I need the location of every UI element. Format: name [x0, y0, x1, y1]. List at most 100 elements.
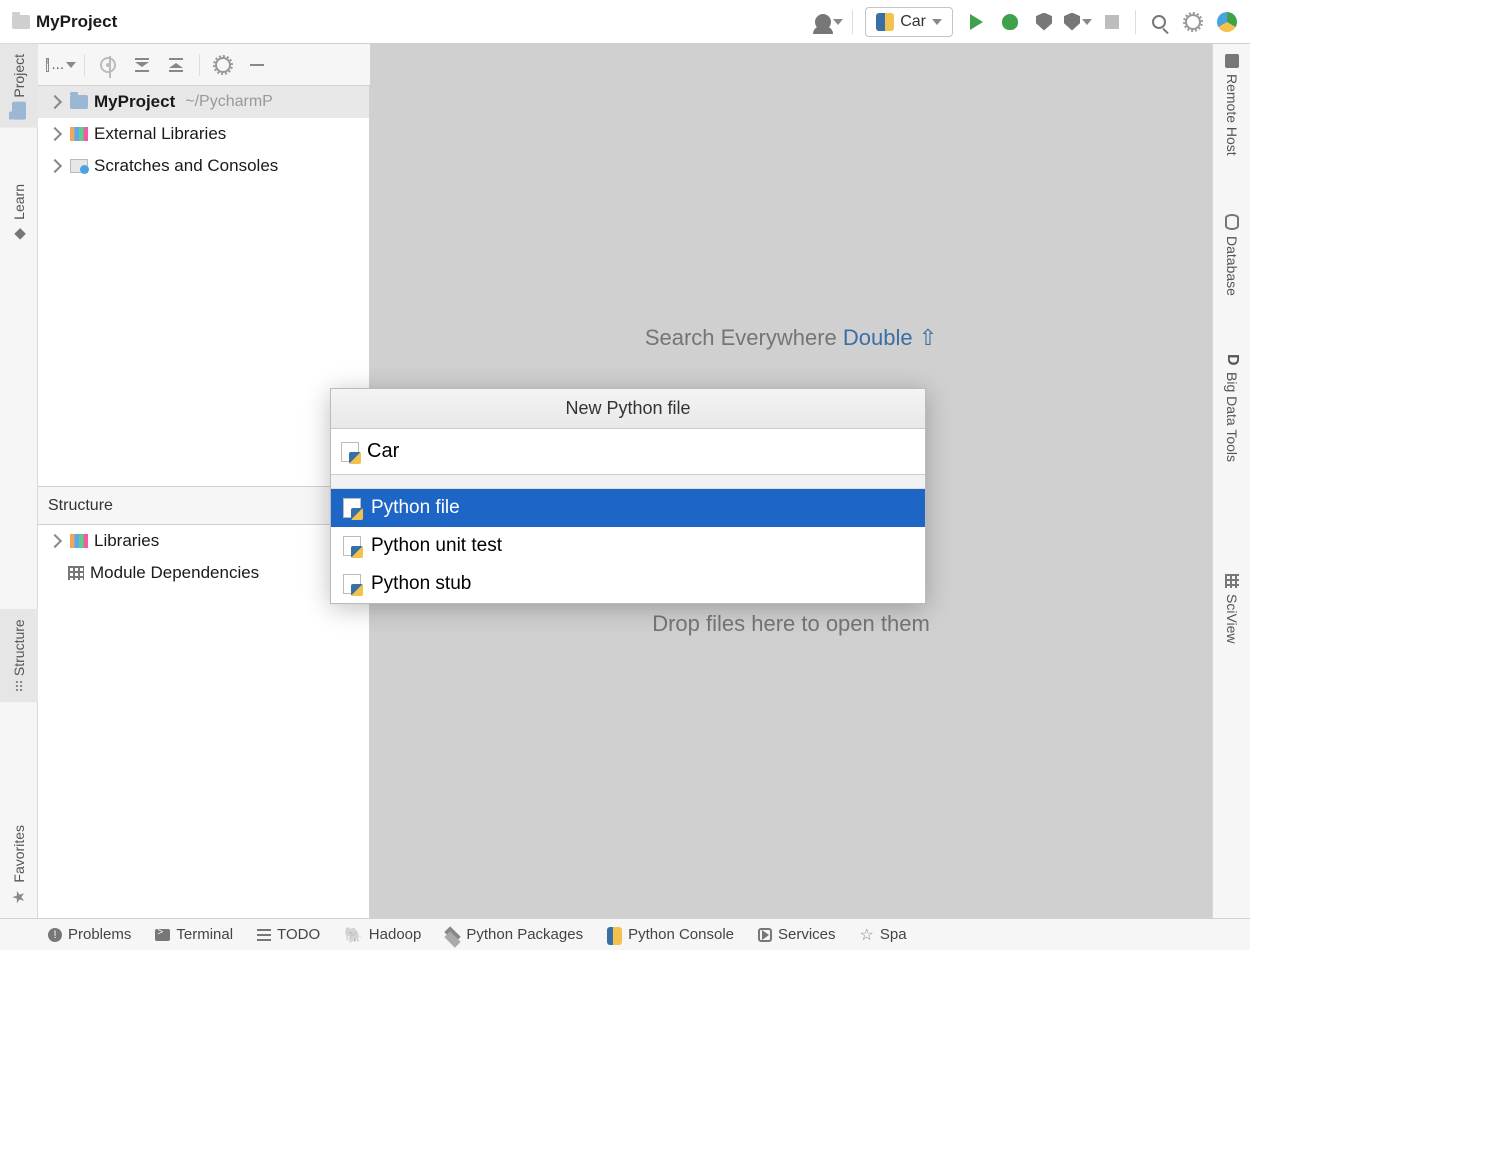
stop-button[interactable] — [1098, 8, 1126, 36]
tab-favorites[interactable]: ★ Favorites — [0, 815, 38, 918]
bottom-toolbar: ! Problems Terminal TODO 🐘 Hadoop Python P… — [0, 918, 1250, 950]
tab-python-packages[interactable]: Python Packages — [445, 926, 583, 943]
tab-label: Favorites — [11, 825, 27, 883]
big-data-icon: D — [1223, 354, 1241, 366]
tab-label: Spa — [880, 926, 907, 943]
tree-label: Scratches and Consoles — [94, 156, 278, 176]
tree-label: MyProject — [94, 92, 175, 112]
tab-learn[interactable]: ◆ Learn — [0, 174, 38, 254]
python-icon — [876, 13, 894, 31]
right-tool-gutter: Remote Host Database D Big Data Tools Sc… — [1212, 44, 1250, 918]
chevron-right-icon — [48, 127, 62, 141]
star-icon: ☆ — [860, 925, 874, 945]
tab-label: TODO — [277, 926, 320, 943]
collaborate-button[interactable] — [815, 8, 843, 36]
star-icon: ★ — [10, 889, 29, 908]
filename-input[interactable] — [367, 440, 915, 463]
run-config-selector[interactable]: Car — [865, 7, 953, 37]
tab-label: Project — [11, 54, 27, 98]
select-opened-file-button[interactable] — [93, 50, 123, 80]
tree-project-root[interactable]: MyProject ~/PycharmP — [38, 86, 369, 118]
tab-label: Remote Host — [1224, 74, 1240, 156]
python-file-icon — [341, 442, 359, 462]
collapse-all-button[interactable] — [161, 50, 191, 80]
list-icon — [257, 929, 271, 941]
profile-button[interactable] — [1064, 8, 1092, 36]
drop-hint: Drop files here to open them — [652, 611, 930, 637]
python-icon — [607, 927, 622, 942]
tab-database[interactable]: Database — [1213, 204, 1251, 306]
top-toolbar: MyProject Car — [0, 0, 1250, 44]
chevron-right-icon — [48, 534, 62, 548]
tab-spark[interactable]: ☆ Spa — [860, 925, 907, 945]
search-shortcut: Double ⇧ — [843, 325, 937, 350]
tab-problems[interactable]: ! Problems — [48, 926, 131, 943]
option-label: Python stub — [371, 573, 471, 595]
option-python-stub[interactable]: Python stub — [331, 565, 925, 603]
tab-terminal[interactable]: Terminal — [155, 926, 233, 943]
run-button[interactable] — [962, 8, 990, 36]
structure-header: Structure — [38, 487, 369, 525]
grid-icon — [1225, 574, 1239, 588]
debug-button[interactable] — [996, 8, 1024, 36]
structure-module-deps[interactable]: Module Dependencies — [38, 557, 369, 589]
tab-label: Hadoop — [369, 926, 422, 943]
dialog-title: New Python file — [331, 389, 925, 429]
run-config-name: Car — [900, 13, 926, 31]
tree-path: ~/PycharmP — [185, 93, 273, 111]
caret-down-icon — [66, 62, 76, 68]
search-label: Search Everywhere — [645, 325, 837, 350]
tab-label: Python Console — [628, 926, 734, 943]
toolbar-separator — [84, 54, 85, 76]
hide-tool-button[interactable] — [242, 50, 272, 80]
breadcrumb[interactable]: MyProject — [6, 12, 123, 32]
settings-button[interactable] — [1179, 8, 1207, 36]
view-mode-selector[interactable]: ... — [46, 50, 76, 80]
module-icon — [68, 566, 84, 580]
search-button[interactable] — [1145, 8, 1173, 36]
tool-settings-button[interactable] — [208, 50, 238, 80]
brand-button[interactable] — [1213, 8, 1241, 36]
tab-label: Learn — [11, 184, 27, 220]
tree-label: Libraries — [94, 531, 159, 551]
structure-libraries[interactable]: Libraries — [38, 525, 369, 557]
tab-hadoop[interactable]: 🐘 Hadoop — [344, 926, 421, 944]
tab-structure[interactable]: ⠿ Structure — [0, 609, 38, 702]
tab-services[interactable]: Services — [758, 926, 836, 943]
tab-todo[interactable]: TODO — [257, 926, 320, 943]
tab-big-data[interactable]: D Big Data Tools — [1213, 344, 1251, 472]
tab-project[interactable]: Project — [0, 44, 38, 128]
option-python-unit-test[interactable]: Python unit test — [331, 527, 925, 565]
option-label: Python file — [371, 497, 460, 519]
python-file-icon — [343, 574, 361, 594]
tab-label: Big Data Tools — [1224, 372, 1240, 462]
gear-icon — [1185, 14, 1201, 30]
coverage-button[interactable] — [1030, 8, 1058, 36]
search-icon — [1152, 15, 1166, 29]
learn-icon: ◆ — [10, 226, 28, 244]
library-icon — [70, 534, 88, 548]
tab-python-console[interactable]: Python Console — [607, 926, 734, 943]
structure-title: Structure — [48, 497, 113, 515]
tab-label: Structure — [11, 619, 27, 676]
structure-icon: ⠿ — [14, 679, 24, 695]
library-icon — [70, 127, 88, 141]
tree-external-libraries[interactable]: External Libraries — [38, 118, 369, 150]
expand-icon — [135, 58, 149, 72]
breadcrumb-project: MyProject — [36, 12, 117, 32]
option-python-file[interactable]: Python file — [331, 489, 925, 527]
hadoop-icon: 🐘 — [344, 926, 363, 944]
tab-remote-host[interactable]: Remote Host — [1213, 44, 1251, 166]
tab-sciview[interactable]: SciView — [1213, 564, 1251, 654]
expand-all-button[interactable] — [127, 50, 157, 80]
bug-icon — [1002, 14, 1018, 30]
option-label: Python unit test — [371, 535, 502, 557]
tree-scratches[interactable]: Scratches and Consoles — [38, 150, 369, 182]
tab-label: Problems — [68, 926, 131, 943]
play-icon — [970, 14, 983, 30]
dialog-input-row — [331, 429, 925, 475]
target-icon — [100, 57, 116, 73]
warn-icon: ! — [48, 928, 62, 942]
caret-down-icon — [1082, 19, 1092, 25]
toolbar-separator — [852, 10, 853, 34]
